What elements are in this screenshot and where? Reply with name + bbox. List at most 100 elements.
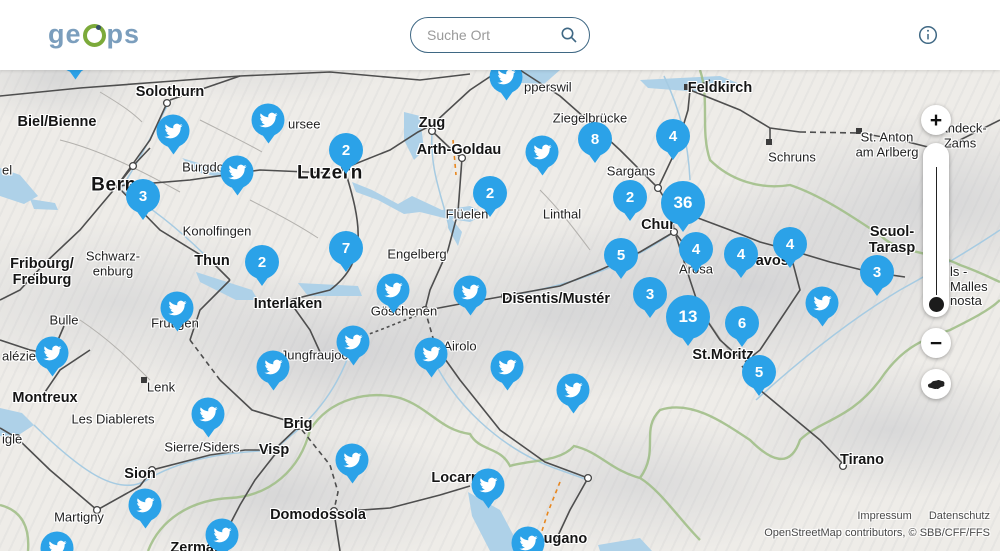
cluster-marker[interactable]: 4 (679, 232, 713, 266)
tweet-marker[interactable] (221, 156, 254, 189)
cluster-count: 5 (617, 247, 625, 264)
map-place-label: Solothurn (136, 84, 204, 100)
tweet-marker[interactable] (129, 489, 162, 522)
cluster-marker[interactable]: 7 (329, 231, 363, 265)
map-place-label: Schruns (768, 151, 816, 166)
twitter-bird-icon (48, 541, 66, 551)
map[interactable]: SolothurnBiel/BienneBernLuzernZugArth-Go… (0, 0, 1000, 551)
tweet-marker[interactable] (806, 287, 839, 320)
zoom-slider[interactable] (923, 143, 949, 317)
logo-text-left: ge (48, 21, 82, 48)
tweet-marker[interactable] (491, 351, 524, 384)
tweet-marker[interactable] (252, 104, 285, 137)
tweet-marker[interactable] (257, 351, 290, 384)
tweet-marker[interactable] (192, 398, 225, 431)
map-place-label: St.Moritz (692, 347, 753, 363)
map-place-label: Montreux (12, 390, 77, 406)
map-place-label: Visp (259, 442, 289, 458)
cluster-count: 2 (258, 254, 266, 271)
cluster-marker[interactable]: 2 (473, 176, 507, 210)
cluster-marker[interactable]: 2 (613, 180, 647, 214)
logo-text-right: ps (107, 21, 141, 48)
cluster-marker[interactable]: 3 (860, 255, 894, 289)
datenschutz-link[interactable]: Datenschutz (929, 510, 990, 522)
search-box (410, 17, 590, 53)
cluster-count: 36 (674, 193, 693, 213)
twitter-bird-icon (213, 528, 231, 543)
cluster-marker[interactable]: 4 (656, 119, 690, 153)
twitter-bird-icon (498, 360, 516, 375)
cluster-marker[interactable]: 36 (661, 181, 705, 225)
map-place-label: igle (2, 433, 22, 448)
tweet-marker[interactable] (206, 519, 239, 551)
cluster-count: 2 (626, 189, 634, 206)
twitter-bird-icon (199, 407, 217, 422)
switzerland-icon (927, 378, 946, 391)
cluster-marker[interactable]: 8 (578, 122, 612, 156)
zoom-out-button[interactable]: − (921, 328, 951, 358)
tweet-marker[interactable] (415, 338, 448, 371)
tweet-marker[interactable] (526, 136, 559, 169)
cluster-count: 7 (342, 240, 350, 257)
cluster-marker[interactable]: 3 (633, 277, 667, 311)
map-place-label: St. Anton am Arlberg (856, 130, 919, 159)
map-place-label: Feldkirch (688, 80, 752, 96)
tweet-marker[interactable] (157, 115, 190, 148)
map-place-label: Zug (419, 115, 446, 131)
twitter-bird-icon (168, 301, 186, 316)
cluster-count: 4 (737, 246, 745, 263)
zoom-out-glyph: − (930, 333, 942, 354)
tweet-marker[interactable] (36, 337, 69, 370)
cluster-count: 5 (755, 364, 763, 381)
search-icon[interactable] (560, 26, 578, 44)
tweet-marker[interactable] (472, 469, 505, 502)
tweet-marker[interactable] (377, 274, 410, 307)
tweet-marker[interactable] (454, 276, 487, 309)
map-place-label: Konolfingen (183, 225, 252, 240)
tweet-marker[interactable] (557, 374, 590, 407)
cluster-marker[interactable]: 5 (742, 355, 776, 389)
map-place-label: Bulle (50, 314, 79, 329)
impressum-link[interactable]: Impressum (857, 510, 911, 522)
cluster-count: 3 (139, 188, 147, 205)
twitter-bird-icon (228, 165, 246, 180)
map-place-label: Lenk (147, 381, 175, 396)
cluster-count: 4 (692, 241, 700, 258)
twitter-bird-icon (259, 113, 277, 128)
zoom-in-button[interactable]: + (921, 105, 951, 135)
cluster-marker[interactable]: 4 (724, 237, 758, 271)
geops-logo: geps (48, 21, 140, 48)
cluster-marker[interactable]: 3 (126, 179, 160, 213)
cluster-marker[interactable]: 13 (666, 295, 710, 339)
cluster-count: 4 (669, 128, 677, 145)
cluster-marker[interactable]: 5 (604, 238, 638, 272)
cluster-marker[interactable]: 4 (773, 227, 807, 261)
cluster-count: 13 (679, 307, 698, 327)
twitter-bird-icon (136, 498, 154, 513)
map-place-label: Scuol- Tarasp (869, 224, 915, 256)
cluster-count: 3 (873, 264, 881, 281)
cluster-marker[interactable]: 6 (725, 306, 759, 340)
map-place-label: Schwarz- enburg (86, 249, 140, 278)
map-place-label: Les Diablerets (71, 413, 154, 428)
tweet-marker[interactable] (161, 292, 194, 325)
cluster-marker[interactable]: 2 (329, 133, 363, 167)
twitter-bird-icon (43, 346, 61, 361)
map-place-label: Linthal (543, 208, 581, 223)
twitter-bird-icon (813, 296, 831, 311)
map-place-label: Biel/Bienne (18, 114, 97, 130)
map-place-label: Disentis/Mustér (502, 291, 610, 307)
tweet-marker[interactable] (336, 444, 369, 477)
tweet-marker[interactable] (337, 326, 370, 359)
cluster-marker[interactable]: 2 (245, 245, 279, 279)
zoom-slider-handle[interactable] (929, 297, 944, 312)
twitter-bird-icon (343, 453, 361, 468)
fit-switzerland-button[interactable] (921, 369, 951, 399)
map-place-label: ls - Malles nosta (950, 265, 1000, 309)
twitter-bird-icon (497, 70, 515, 85)
info-icon[interactable] (918, 25, 938, 45)
twitter-bird-icon (461, 285, 479, 300)
map-place-label: pperswil (524, 81, 572, 96)
twitter-bird-icon (264, 360, 282, 375)
cluster-count: 3 (646, 286, 654, 303)
